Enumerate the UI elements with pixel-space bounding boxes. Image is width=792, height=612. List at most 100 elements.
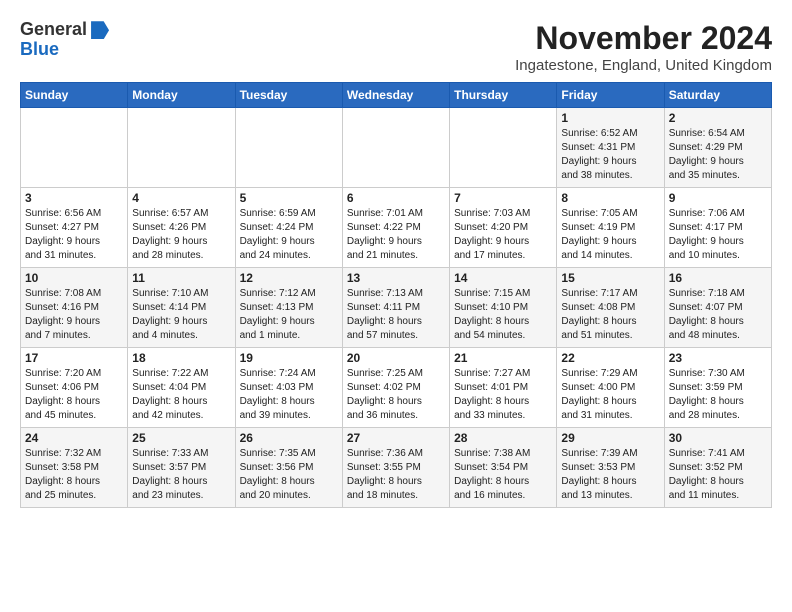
calendar-cell: 2 Sunrise: 6:54 AMSunset: 4:29 PMDaylight… bbox=[664, 108, 771, 188]
calendar-cell: 13 Sunrise: 7:13 AMSunset: 4:11 PMDayligh… bbox=[342, 268, 449, 348]
day-number: 5 bbox=[240, 191, 338, 205]
calendar-cell: 12Sunrise: 7:12 AMSunset: 4:13 PMDayligh… bbox=[235, 268, 342, 348]
day-info: Sunrise: 7:24 AMSunset: 4:03 PMDaylight:… bbox=[240, 367, 338, 423]
day-info: Sunrise: 7:20 AMSunset: 4:06 PMDaylight:… bbox=[25, 367, 123, 423]
calendar-cell: 14 Sunrise: 7:15 AMSunset: 4:10 PMDayligh… bbox=[450, 268, 557, 348]
logo: General Blue bbox=[20, 20, 109, 60]
day-number: 16 bbox=[669, 271, 767, 285]
day-info: Sunrise: 7:08 AMSunset: 4:16 PMDaylight:… bbox=[25, 287, 123, 343]
calendar-cell: 16Sunrise: 7:18 AMSunset: 4:07 PMDayligh… bbox=[664, 268, 771, 348]
day-number: 14 bbox=[454, 271, 552, 285]
day-info: Sunrise: 7:33 AMSunset: 3:57 PMDaylight:… bbox=[132, 447, 230, 503]
day-info: Sunrise: 7:35 AMSunset: 3:56 PMDaylight:… bbox=[240, 447, 338, 503]
day-number: 15 bbox=[561, 271, 659, 285]
day-info: Sunrise: 6:54 AMSunset: 4:29 PMDaylight:… bbox=[669, 127, 767, 183]
calendar-cell: 11 Sunrise: 7:10 AMSunset: 4:14 PMDayligh… bbox=[128, 268, 235, 348]
day-number: 7 bbox=[454, 191, 552, 205]
day-number: 20 bbox=[347, 351, 445, 365]
calendar-cell: 8 Sunrise: 7:05 AMSunset: 4:19 PMDaylight… bbox=[557, 188, 664, 268]
day-info: Sunrise: 7:01 AMSunset: 4:22 PMDaylight:… bbox=[347, 207, 445, 263]
day-info: Sunrise: 7:29 AMSunset: 4:00 PMDaylight:… bbox=[561, 367, 659, 423]
calendar-cell: 5 Sunrise: 6:59 AMSunset: 4:24 PMDaylight… bbox=[235, 188, 342, 268]
logo-icon bbox=[91, 21, 109, 39]
calendar-week-row: 17 Sunrise: 7:20 AMSunset: 4:06 PMDayligh… bbox=[21, 348, 772, 428]
day-info: Sunrise: 7:05 AMSunset: 4:19 PMDaylight:… bbox=[561, 207, 659, 263]
calendar-cell: 29Sunrise: 7:39 AMSunset: 3:53 PMDayligh… bbox=[557, 428, 664, 508]
day-info: Sunrise: 7:10 AMSunset: 4:14 PMDaylight:… bbox=[132, 287, 230, 343]
calendar-week-row: 3Sunrise: 6:56 AMSunset: 4:27 PMDaylight… bbox=[21, 188, 772, 268]
day-number: 11 bbox=[132, 271, 230, 285]
calendar-cell: 18 Sunrise: 7:22 AMSunset: 4:04 PMDayligh… bbox=[128, 348, 235, 428]
calendar-cell: 20 Sunrise: 7:25 AMSunset: 4:02 PMDayligh… bbox=[342, 348, 449, 428]
calendar-cell: 26 Sunrise: 7:35 AMSunset: 3:56 PMDayligh… bbox=[235, 428, 342, 508]
calendar-cell: 30Sunrise: 7:41 AMSunset: 3:52 PMDayligh… bbox=[664, 428, 771, 508]
month-title: November 2024 bbox=[515, 20, 772, 57]
day-number: 8 bbox=[561, 191, 659, 205]
day-number: 25 bbox=[132, 431, 230, 445]
calendar-cell: 17 Sunrise: 7:20 AMSunset: 4:06 PMDayligh… bbox=[21, 348, 128, 428]
calendar-cell: 6 Sunrise: 7:01 AMSunset: 4:22 PMDaylight… bbox=[342, 188, 449, 268]
day-info: Sunrise: 7:38 AMSunset: 3:54 PMDaylight:… bbox=[454, 447, 552, 503]
day-number: 4 bbox=[132, 191, 230, 205]
weekday-header-sunday: Sunday bbox=[21, 83, 128, 108]
day-info: Sunrise: 7:22 AMSunset: 4:04 PMDaylight:… bbox=[132, 367, 230, 423]
day-info: Sunrise: 7:36 AMSunset: 3:55 PMDaylight:… bbox=[347, 447, 445, 503]
day-number: 17 bbox=[25, 351, 123, 365]
calendar-cell bbox=[21, 108, 128, 188]
calendar-cell: 21Sunrise: 7:27 AMSunset: 4:01 PMDayligh… bbox=[450, 348, 557, 428]
day-number: 24 bbox=[25, 431, 123, 445]
calendar-week-row: 24 Sunrise: 7:32 AMSunset: 3:58 PMDayligh… bbox=[21, 428, 772, 508]
calendar-cell bbox=[342, 108, 449, 188]
day-number: 18 bbox=[132, 351, 230, 365]
day-info: Sunrise: 6:52 AMSunset: 4:31 PMDaylight:… bbox=[561, 127, 659, 183]
day-number: 12 bbox=[240, 271, 338, 285]
day-number: 9 bbox=[669, 191, 767, 205]
day-number: 23 bbox=[669, 351, 767, 365]
weekday-header-monday: Monday bbox=[128, 83, 235, 108]
weekday-header-row: SundayMondayTuesdayWednesdayThursdayFrid… bbox=[21, 83, 772, 108]
day-number: 26 bbox=[240, 431, 338, 445]
day-number: 2 bbox=[669, 111, 767, 125]
day-info: Sunrise: 6:57 AMSunset: 4:26 PMDaylight:… bbox=[132, 207, 230, 263]
calendar-cell: 24 Sunrise: 7:32 AMSunset: 3:58 PMDayligh… bbox=[21, 428, 128, 508]
calendar-cell: 23 Sunrise: 7:30 AMSunset: 3:59 PMDayligh… bbox=[664, 348, 771, 428]
day-number: 21 bbox=[454, 351, 552, 365]
day-info: Sunrise: 6:59 AMSunset: 4:24 PMDaylight:… bbox=[240, 207, 338, 263]
calendar-week-row: 1 Sunrise: 6:52 AMSunset: 4:31 PMDaylight… bbox=[21, 108, 772, 188]
calendar-cell: 3Sunrise: 6:56 AMSunset: 4:27 PMDaylight… bbox=[21, 188, 128, 268]
calendar-cell: 10Sunrise: 7:08 AMSunset: 4:16 PMDayligh… bbox=[21, 268, 128, 348]
day-info: Sunrise: 7:41 AMSunset: 3:52 PMDaylight:… bbox=[669, 447, 767, 503]
location-title: Ingatestone, England, United Kingdom bbox=[515, 57, 772, 74]
day-info: Sunrise: 7:03 AMSunset: 4:20 PMDaylight:… bbox=[454, 207, 552, 263]
day-number: 13 bbox=[347, 271, 445, 285]
weekday-header-thursday: Thursday bbox=[450, 83, 557, 108]
day-info: Sunrise: 7:15 AMSunset: 4:10 PMDaylight:… bbox=[454, 287, 552, 343]
calendar-table: SundayMondayTuesdayWednesdayThursdayFrid… bbox=[20, 82, 772, 508]
calendar-cell: 4 Sunrise: 6:57 AMSunset: 4:26 PMDaylight… bbox=[128, 188, 235, 268]
day-info: Sunrise: 7:06 AMSunset: 4:17 PMDaylight:… bbox=[669, 207, 767, 263]
weekday-header-saturday: Saturday bbox=[664, 83, 771, 108]
calendar-cell: 7 Sunrise: 7:03 AMSunset: 4:20 PMDaylight… bbox=[450, 188, 557, 268]
day-number: 28 bbox=[454, 431, 552, 445]
day-info: Sunrise: 7:30 AMSunset: 3:59 PMDaylight:… bbox=[669, 367, 767, 423]
day-number: 1 bbox=[561, 111, 659, 125]
day-info: Sunrise: 7:25 AMSunset: 4:02 PMDaylight:… bbox=[347, 367, 445, 423]
logo-general-text: General bbox=[20, 20, 109, 40]
day-number: 19 bbox=[240, 351, 338, 365]
calendar-cell: 19 Sunrise: 7:24 AMSunset: 4:03 PMDayligh… bbox=[235, 348, 342, 428]
day-info: Sunrise: 7:13 AMSunset: 4:11 PMDaylight:… bbox=[347, 287, 445, 343]
day-number: 27 bbox=[347, 431, 445, 445]
calendar-cell: 28 Sunrise: 7:38 AMSunset: 3:54 PMDayligh… bbox=[450, 428, 557, 508]
day-info: Sunrise: 7:32 AMSunset: 3:58 PMDaylight:… bbox=[25, 447, 123, 503]
day-number: 22 bbox=[561, 351, 659, 365]
calendar-cell: 15Sunrise: 7:17 AMSunset: 4:08 PMDayligh… bbox=[557, 268, 664, 348]
calendar-cell bbox=[235, 108, 342, 188]
calendar-week-row: 10Sunrise: 7:08 AMSunset: 4:16 PMDayligh… bbox=[21, 268, 772, 348]
calendar-cell: 9 Sunrise: 7:06 AMSunset: 4:17 PMDaylight… bbox=[664, 188, 771, 268]
weekday-header-friday: Friday bbox=[557, 83, 664, 108]
header: General Blue November 2024 Ingatestone, … bbox=[20, 20, 772, 74]
day-info: Sunrise: 7:39 AMSunset: 3:53 PMDaylight:… bbox=[561, 447, 659, 503]
weekday-header-tuesday: Tuesday bbox=[235, 83, 342, 108]
calendar-cell: 25 Sunrise: 7:33 AMSunset: 3:57 PMDayligh… bbox=[128, 428, 235, 508]
day-number: 6 bbox=[347, 191, 445, 205]
